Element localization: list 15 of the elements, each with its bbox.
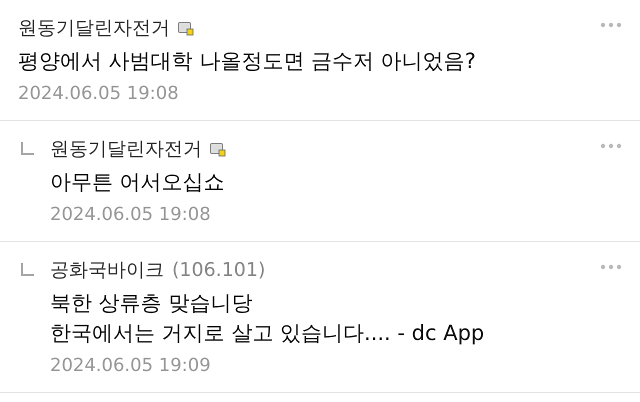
author-name: 원동기달린자전거 [50,137,202,162]
more-icon[interactable] [600,143,622,149]
more-icon[interactable] [600,22,622,28]
comment-date: 2024.06.05 19:09 [50,354,212,378]
comment-text: 북한 상류층 맞습니당 한국에서는 거지로 살고 있습니다.... - dc App [50,290,486,347]
more-icon[interactable] [600,264,622,270]
comment-date: 2024.06.05 19:08 [18,82,180,106]
author-name: 원동기달린자전거 [18,16,170,41]
comment-text: 평양에서 사범대학 나올정도면 금수저 아니었음? [18,48,477,75]
comment-text: 아무튼 어서오십쇼 [50,169,226,196]
reply-indent-icon [20,142,34,156]
author-name: 공화국바이크 [50,258,164,283]
reply-indent-icon [20,263,34,277]
comment-date: 2024.06.05 19:08 [50,203,212,227]
ip-address: (106.101) [172,258,266,283]
